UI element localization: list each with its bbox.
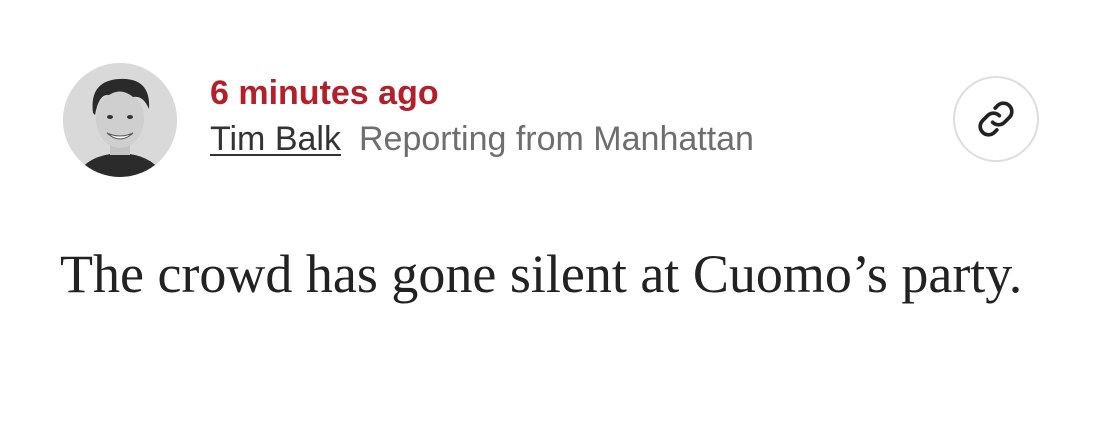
author-avatar [63,63,177,177]
author-link[interactable]: Tim Balk [210,120,341,158]
link-icon [978,101,1014,137]
copy-link-button[interactable] [953,76,1039,162]
post-body-text: The crowd has gone silent at Cuomo’s par… [60,244,1023,304]
reporting-location: Reporting from Manhattan [358,120,754,158]
byline: Tim Balk Reporting from Manhattan [210,119,754,159]
post-timestamp: 6 minutes ago [210,74,439,112]
author-photo [63,63,177,177]
